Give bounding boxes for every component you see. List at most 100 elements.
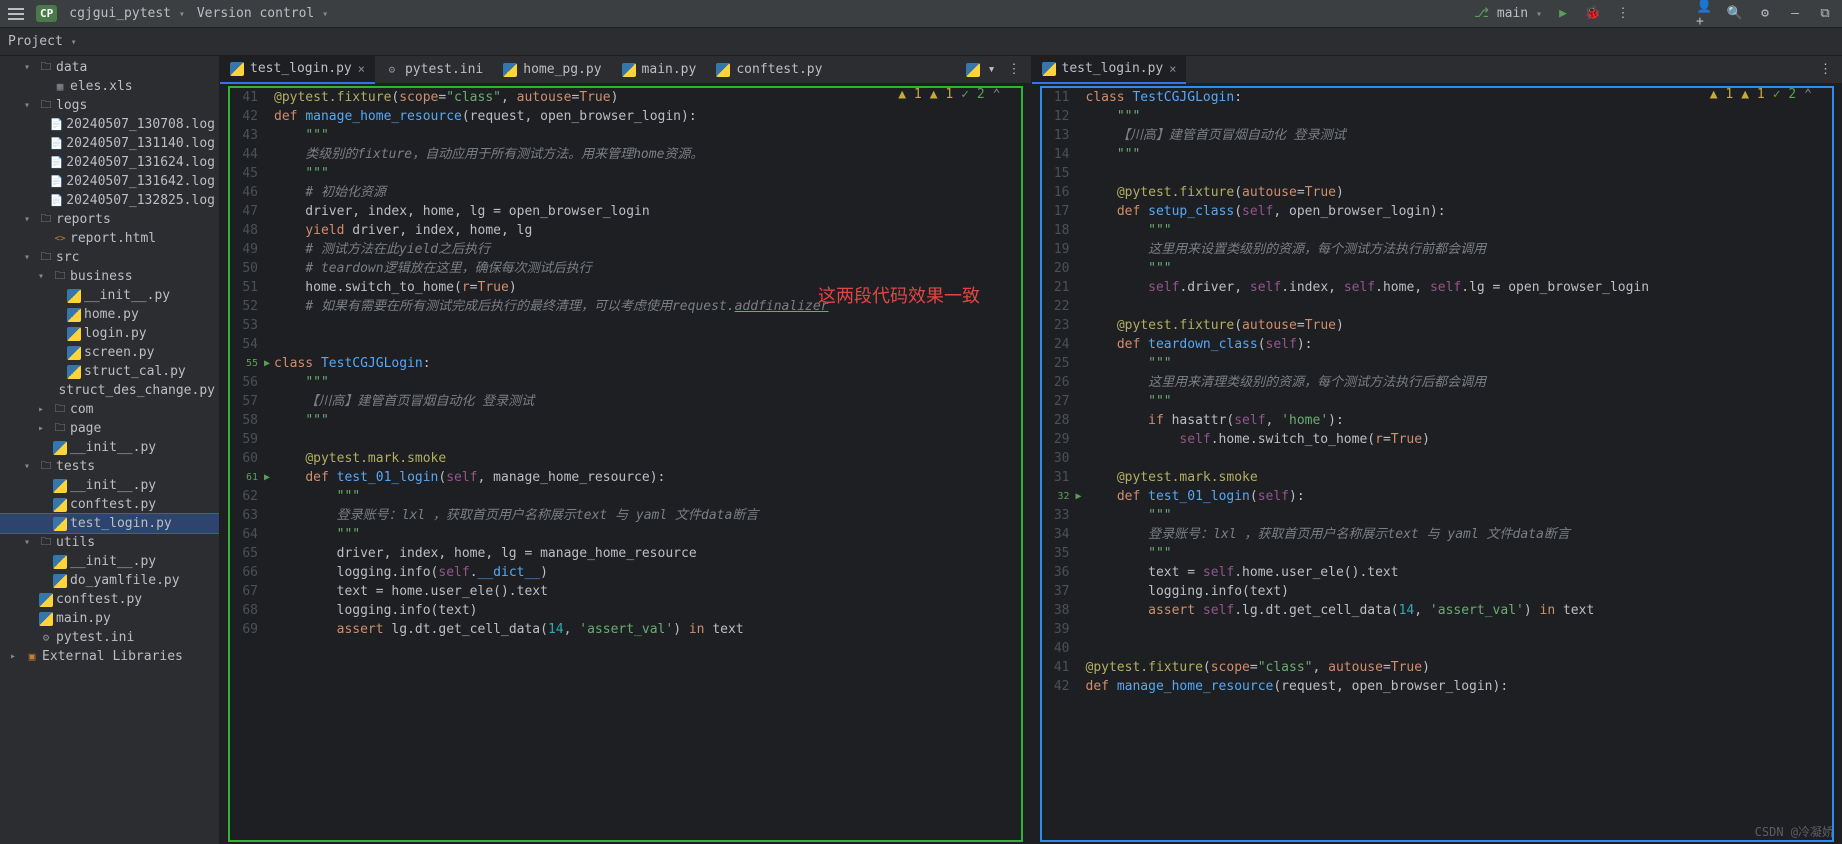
tree-item-logs[interactable]: logs <box>0 96 219 115</box>
tree-label: tests <box>56 459 95 474</box>
tab-test_login.py[interactable]: test_login.py× <box>220 56 375 84</box>
tree-item-__init__.py[interactable]: __init__.py <box>0 286 219 305</box>
dir-icon <box>39 536 53 550</box>
tree-item-home.py[interactable]: home.py <box>0 305 219 324</box>
code-area-left: 1 1 2 ⌃ 41424344454647484950515253545556… <box>220 84 1031 844</box>
tree-item-business[interactable]: business <box>0 267 219 286</box>
editor-tabs-left: test_login.py×pytest.inihome_pg.pymain.p… <box>220 56 1031 84</box>
py-icon <box>67 308 81 322</box>
tree-item-main.py[interactable]: main.py <box>0 609 219 628</box>
py-icon <box>503 63 517 77</box>
tree-item-login.py[interactable]: login.py <box>0 324 219 343</box>
tree-label: __init__.py <box>70 478 156 493</box>
tree-item-20240507_131140.log[interactable]: 20240507_131140.log <box>0 134 219 153</box>
inspection-badges[interactable]: 1 1 2 ⌃ <box>898 87 1000 102</box>
hamburger-menu[interactable] <box>8 8 24 20</box>
tree-label: utils <box>56 535 95 550</box>
close-icon[interactable]: × <box>1169 62 1176 76</box>
tree-item-20240507_131624.log[interactable]: 20240507_131624.log <box>0 153 219 172</box>
tab-pytest.ini[interactable]: pytest.ini <box>375 56 493 84</box>
tree-item-utils[interactable]: utils <box>0 533 219 552</box>
tab-main.py[interactable]: main.py <box>612 56 707 84</box>
py-icon <box>53 441 67 455</box>
tree-label: com <box>70 402 93 417</box>
project-tree[interactable]: dataeles.xls logs 20240507_130708.log 20240… <box>0 56 220 844</box>
project-toolwindow-header: Project ▾ <box>0 28 1842 56</box>
run-icon[interactable]: ▶ <box>1554 5 1572 23</box>
py-icon <box>1042 62 1056 76</box>
py-icon <box>67 365 81 379</box>
tree-item-page[interactable]: page <box>0 419 219 438</box>
tree-item-External Libraries[interactable]: External Libraries <box>0 647 219 666</box>
tree-item-eles.xls[interactable]: eles.xls <box>0 77 219 96</box>
tab-conftest.py[interactable]: conftest.py <box>706 56 832 84</box>
py-icon <box>53 479 67 493</box>
tree-item-screen.py[interactable]: screen.py <box>0 343 219 362</box>
tree-item-reports[interactable]: reports <box>0 210 219 229</box>
tree-label: report.html <box>70 231 156 246</box>
dir-icon <box>53 270 67 284</box>
py-icon <box>53 498 67 512</box>
more-icon[interactable]: ⋮ <box>1614 5 1632 23</box>
collapse-icon[interactable]: ⌃ <box>1804 87 1812 102</box>
project-title[interactable]: Project ▾ <box>8 34 77 49</box>
git-branch[interactable]: ⎇ main ▾ <box>1474 6 1542 21</box>
tab-test_login.py[interactable]: test_login.py× <box>1032 56 1187 84</box>
tree-label: login.py <box>84 326 147 341</box>
tree-item-20240507_130708.log[interactable]: 20240507_130708.log <box>0 115 219 134</box>
tree-label: __init__.py <box>70 554 156 569</box>
py-icon <box>53 574 67 588</box>
tab-more-icon[interactable]: ⋮ <box>1002 62 1027 77</box>
collapse-icon[interactable]: ⌃ <box>993 87 1001 102</box>
tree-label: screen.py <box>84 345 154 360</box>
tree-item-__init__.py[interactable]: __init__.py <box>0 552 219 571</box>
editor-left: test_login.py×pytest.inihome_pg.pymain.p… <box>220 56 1032 844</box>
log-icon <box>50 194 64 208</box>
tree-item-struct_cal.py[interactable]: struct_cal.py <box>0 362 219 381</box>
tab-dropdown-icon[interactable]: ▾ <box>982 62 1002 77</box>
tree-item-conftest.py[interactable]: conftest.py <box>0 495 219 514</box>
add-user-icon[interactable]: 👤+ <box>1696 5 1714 23</box>
tree-item-report.html[interactable]: report.html <box>0 229 219 248</box>
dir-icon <box>39 61 53 75</box>
tree-item-test_login.py[interactable]: test_login.py <box>0 514 219 533</box>
tree-item-com[interactable]: com <box>0 400 219 419</box>
tree-item-data[interactable]: data <box>0 58 219 77</box>
inspection-badges[interactable]: 1 1 2 ⌃ <box>1710 87 1812 102</box>
tree-item-do_yamlfile.py[interactable]: do_yamlfile.py <box>0 571 219 590</box>
tree-item-__init__.py[interactable]: __init__.py <box>0 476 219 495</box>
maximize-icon[interactable]: ⧉ <box>1816 5 1834 23</box>
code-area-right: 1 1 2 ⌃ 11121314151617181920212223242526… <box>1032 84 1842 844</box>
tree-label: struct_des_change.py <box>58 383 215 398</box>
code-body-right[interactable]: class TestCGJGLogin: """ 【川高】建管首页冒烟自动化 登… <box>1078 84 1842 844</box>
tree-label: page <box>70 421 101 436</box>
tab-more-icon[interactable]: ⋮ <box>1813 62 1838 77</box>
xls-icon <box>53 80 67 94</box>
vcs-menu[interactable]: Version control ▾ <box>197 6 328 21</box>
tab-overflow-py-icon[interactable] <box>964 61 982 79</box>
tree-item-20240507_132825.log[interactable]: 20240507_132825.log <box>0 191 219 210</box>
tree-label: logs <box>56 98 87 113</box>
settings-icon[interactable]: ⚙ <box>1756 5 1774 23</box>
code-body-left[interactable]: @pytest.fixture(scope="class", autouse=T… <box>266 84 1031 844</box>
tree-item-src[interactable]: src <box>0 248 219 267</box>
search-icon[interactable]: 🔍 <box>1726 5 1744 23</box>
tab-home_pg.py[interactable]: home_pg.py <box>493 56 611 84</box>
project-name[interactable]: cgjgui_pytest ▾ <box>69 6 185 21</box>
tree-item-__init__.py[interactable]: __init__.py <box>0 438 219 457</box>
close-icon[interactable]: × <box>358 62 365 76</box>
tree-label: main.py <box>56 611 111 626</box>
tree-item-pytest.ini[interactable]: pytest.ini <box>0 628 219 647</box>
ini-icon <box>39 631 53 645</box>
log-icon <box>50 156 64 170</box>
tree-item-struct_des_change.py[interactable]: struct_des_change.py <box>0 381 219 400</box>
tree-label: 20240507_130708.log <box>66 117 215 132</box>
tree-item-20240507_131642.log[interactable]: 20240507_131642.log <box>0 172 219 191</box>
libs-icon <box>25 650 39 664</box>
debug-icon[interactable]: 🐞 <box>1584 5 1602 23</box>
tree-item-tests[interactable]: tests <box>0 457 219 476</box>
minimize-icon[interactable]: — <box>1786 5 1804 23</box>
tree-item-conftest.py[interactable]: conftest.py <box>0 590 219 609</box>
watermark: CSDN @冷凝娇 <box>1755 823 1834 840</box>
tree-label: struct_cal.py <box>84 364 186 379</box>
